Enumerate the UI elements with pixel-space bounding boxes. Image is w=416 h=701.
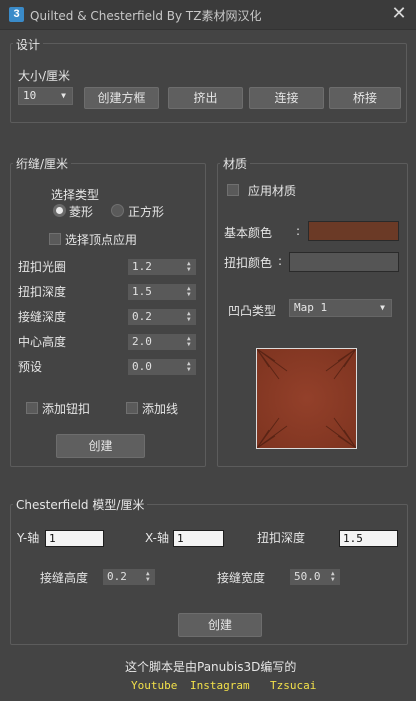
- size-dropdown[interactable]: 10 ▼: [18, 87, 73, 105]
- chesterfield-group-title: Chesterfield 模型/厘米: [13, 496, 148, 513]
- button-depth-spinner[interactable]: 1.5 ▲ ▼: [128, 284, 196, 300]
- close-icon[interactable]: ✕: [388, 3, 410, 25]
- credit-text: 这个脚本是由Panubis3D编写的: [125, 660, 297, 674]
- preset-value: 0.0: [132, 360, 152, 373]
- app-logo-icon: 3: [9, 7, 24, 22]
- extrude-button[interactable]: 挤出: [168, 87, 243, 109]
- base-color-separator: :: [296, 224, 301, 238]
- param-label-center-height: 中心高度: [18, 335, 67, 349]
- chesterfield-button-depth-label: 扭扣深度: [257, 531, 306, 545]
- select-vertex-label: 选择顶点应用: [65, 233, 138, 247]
- diamond-radio[interactable]: [53, 204, 66, 217]
- apply-material-checkbox[interactable]: [227, 184, 239, 196]
- seam-depth-value: 0.2: [132, 310, 152, 323]
- spinner-arrows-icon[interactable]: ▲ ▼: [187, 311, 193, 323]
- button-radius-value: 1.2: [132, 260, 152, 273]
- add-line-label: 添加线: [142, 402, 179, 416]
- button-depth-value: 1.5: [132, 285, 152, 298]
- bump-type-value: Map 1: [294, 301, 328, 314]
- button-color-swatch[interactable]: [289, 252, 399, 272]
- title-bar: 3 Quilted & Chesterfield By TZ素材网汉化 ✕: [0, 0, 416, 30]
- select-type-label: 选择类型: [51, 188, 100, 202]
- param-label-seam-depth: 接缝深度: [18, 310, 67, 324]
- chesterfield-button-depth-field[interactable]: 1.5: [339, 530, 398, 547]
- y-axis-field[interactable]: 1: [45, 530, 104, 547]
- seam-height-spinner[interactable]: 0.2 ▲ ▼: [103, 569, 155, 585]
- seam-create-button[interactable]: 创建: [56, 434, 145, 458]
- seam-width-spinner[interactable]: 50.0 ▲ ▼: [290, 569, 340, 585]
- select-vertex-checkbox[interactable]: [49, 233, 61, 245]
- material-preview-swatch: [256, 348, 357, 449]
- square-radio[interactable]: [111, 204, 124, 217]
- spinner-arrows-icon[interactable]: ▲ ▼: [146, 571, 152, 583]
- base-color-label: 基本颜色: [224, 226, 273, 240]
- chevron-down-icon: ▼: [380, 303, 385, 312]
- add-line-checkbox[interactable]: [126, 402, 138, 414]
- seam-height-value: 0.2: [107, 570, 127, 583]
- add-button-checkbox[interactable]: [26, 402, 38, 414]
- preset-spinner[interactable]: 0.0 ▲ ▼: [128, 359, 196, 375]
- seam-group-title: 绗缝/厘米: [13, 155, 72, 172]
- button-radius-spinner[interactable]: 1.2 ▲ ▼: [128, 259, 196, 275]
- design-group-title: 设计: [13, 36, 44, 53]
- param-label-button-depth: 扭扣深度: [18, 285, 67, 299]
- bridge-button[interactable]: 桥接: [329, 87, 401, 109]
- seam-height-label: 接缝高度: [40, 571, 89, 585]
- button-color-separator: :: [278, 254, 283, 268]
- center-height-spinner[interactable]: 2.0 ▲ ▼: [128, 334, 196, 350]
- diamond-radio-label[interactable]: 菱形: [69, 203, 93, 220]
- spinner-arrows-icon[interactable]: ▲ ▼: [187, 286, 193, 298]
- connect-button[interactable]: 连接: [249, 87, 324, 109]
- instagram-link[interactable]: Instagram: [190, 679, 250, 692]
- button-color-label: 扭扣颜色: [224, 256, 273, 270]
- bump-type-dropdown[interactable]: Map 1 ▼: [289, 299, 392, 317]
- seam-width-label: 接缝宽度: [217, 571, 266, 585]
- base-color-swatch[interactable]: [308, 221, 399, 241]
- y-axis-label: Y-轴: [17, 531, 40, 545]
- tzsucai-link[interactable]: Tzsucai: [270, 679, 316, 692]
- center-height-value: 2.0: [132, 335, 152, 348]
- spinner-arrows-icon[interactable]: ▲ ▼: [187, 336, 193, 348]
- apply-material-label: 应用材质: [248, 184, 297, 198]
- square-radio-label[interactable]: 正方形: [128, 203, 164, 220]
- bump-type-label: 凹凸类型: [228, 304, 277, 318]
- seam-depth-spinner[interactable]: 0.2 ▲ ▼: [128, 309, 196, 325]
- window-title: Quilted & Chesterfield By TZ素材网汉化: [30, 9, 262, 23]
- chevron-down-icon: ▼: [61, 91, 66, 100]
- size-label: 大小/厘米: [18, 69, 71, 83]
- material-preview-icon: [257, 349, 356, 448]
- material-group-title: 材质: [220, 155, 251, 172]
- param-label-button-radius: 扭扣光圈: [18, 260, 67, 274]
- create-frame-button[interactable]: 创建方框: [84, 87, 159, 109]
- spinner-arrows-icon[interactable]: ▲ ▼: [331, 571, 337, 583]
- x-axis-label: X-轴: [145, 531, 169, 545]
- seam-width-value: 50.0: [294, 570, 321, 583]
- size-dropdown-value: 10: [23, 89, 37, 102]
- param-label-preset: 预设: [18, 360, 43, 374]
- youtube-link[interactable]: Youtube: [131, 679, 177, 692]
- spinner-arrows-icon[interactable]: ▲ ▼: [187, 361, 193, 373]
- add-button-label: 添加钮扣: [42, 402, 91, 416]
- x-axis-field[interactable]: 1: [173, 530, 224, 547]
- chesterfield-create-button[interactable]: 创建: [178, 613, 262, 637]
- spinner-arrows-icon[interactable]: ▲ ▼: [187, 261, 193, 273]
